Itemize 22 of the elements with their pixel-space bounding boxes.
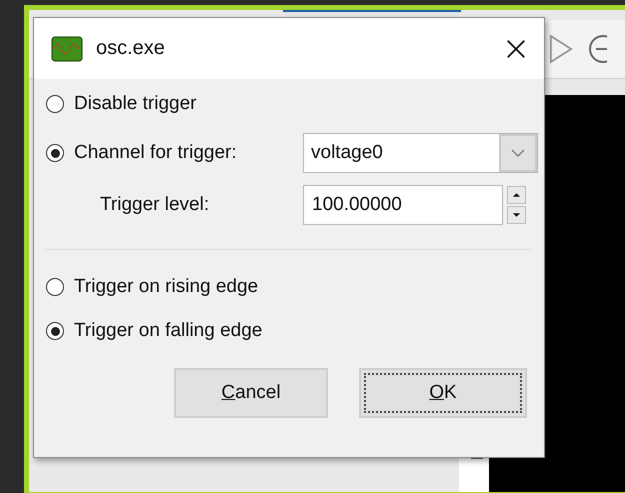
window-title: osc.exe	[96, 37, 166, 60]
ok-button[interactable]: OK	[359, 368, 527, 418]
radio-option[interactable]: Trigger on falling edge	[46, 320, 262, 342]
radio-indicator[interactable]	[46, 144, 64, 162]
triangle-up-icon	[512, 192, 521, 198]
radio-option[interactable]: Trigger on rising edge	[46, 276, 258, 298]
chevron-down-icon	[510, 148, 526, 158]
channel-dropdown[interactable]: voltage0	[303, 133, 538, 173]
play-icon[interactable]	[549, 33, 573, 65]
trigger-level-field[interactable]: 100.00000	[303, 185, 503, 225]
waveform-icon	[51, 36, 83, 62]
radio-indicator[interactable]	[46, 322, 64, 340]
trigger-level-label: Trigger level:	[99, 194, 210, 216]
close-icon[interactable]	[505, 38, 527, 60]
radio-option[interactable]: Disable trigger	[46, 87, 196, 121]
cancel-button[interactable]: Cancel	[174, 368, 328, 418]
increment-button[interactable]	[507, 186, 526, 204]
radio-indicator[interactable]	[46, 95, 64, 113]
radio-option[interactable]: Channel for trigger:	[46, 142, 237, 164]
radio-indicator[interactable]	[46, 278, 64, 296]
decrement-button[interactable]	[507, 206, 526, 224]
triangle-down-icon	[512, 212, 521, 218]
